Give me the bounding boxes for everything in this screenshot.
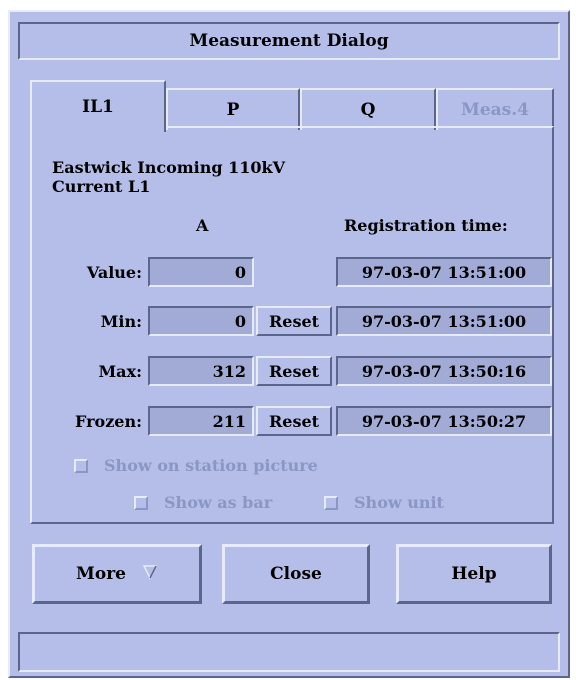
min-field: 0 xyxy=(148,306,254,336)
tab-bar: IL1 P Q Meas.4 xyxy=(30,80,554,132)
tab-il1[interactable]: IL1 xyxy=(30,80,166,132)
more-button[interactable]: More xyxy=(32,544,202,604)
status-bar xyxy=(18,632,560,672)
max-reset-button[interactable]: Reset xyxy=(256,356,332,386)
min-label: Min: xyxy=(100,312,142,331)
unit-header: A xyxy=(196,216,209,235)
more-button-label: More xyxy=(76,564,126,584)
frozen-field: 211 xyxy=(148,406,254,436)
value-field: 0 xyxy=(148,257,254,287)
close-button[interactable]: Close xyxy=(222,544,370,604)
triangle-down-icon xyxy=(142,564,158,585)
tab-p[interactable]: P xyxy=(166,88,300,130)
tab-meas4: Meas.4 xyxy=(436,88,554,130)
station-name: Eastwick Incoming 110kV xyxy=(52,158,286,177)
max-time-field: 97-03-07 13:50:16 xyxy=(336,356,552,386)
value-time-field: 97-03-07 13:51:00 xyxy=(336,257,552,287)
show-on-station-picture-label: Show on station picture xyxy=(104,456,318,475)
help-button[interactable]: Help xyxy=(396,544,552,604)
show-unit-checkbox[interactable] xyxy=(324,496,338,510)
frozen-time-field: 97-03-07 13:50:27 xyxy=(336,406,552,436)
max-label: Max: xyxy=(98,362,142,381)
show-unit-label: Show unit xyxy=(354,493,444,512)
signal-name: Current L1 xyxy=(52,177,151,196)
show-on-station-picture-checkbox[interactable] xyxy=(74,459,88,473)
show-as-bar-checkbox[interactable] xyxy=(134,496,148,510)
value-label: Value: xyxy=(86,263,142,282)
min-time-field: 97-03-07 13:51:00 xyxy=(336,306,552,336)
measurement-dialog: Measurement Dialog IL1 P Q Meas.4 Eastwi… xyxy=(8,10,570,678)
frozen-label: Frozen: xyxy=(75,412,142,431)
show-as-bar-label: Show as bar xyxy=(164,493,273,512)
max-field: 312 xyxy=(148,356,254,386)
dialog-title: Measurement Dialog xyxy=(18,22,560,60)
tab-panel: Eastwick Incoming 110kV Current L1 A Reg… xyxy=(30,126,554,524)
tab-q[interactable]: Q xyxy=(300,88,436,130)
min-reset-button[interactable]: Reset xyxy=(256,306,332,336)
registration-time-header: Registration time: xyxy=(344,216,508,235)
frozen-reset-button[interactable]: Reset xyxy=(256,406,332,436)
